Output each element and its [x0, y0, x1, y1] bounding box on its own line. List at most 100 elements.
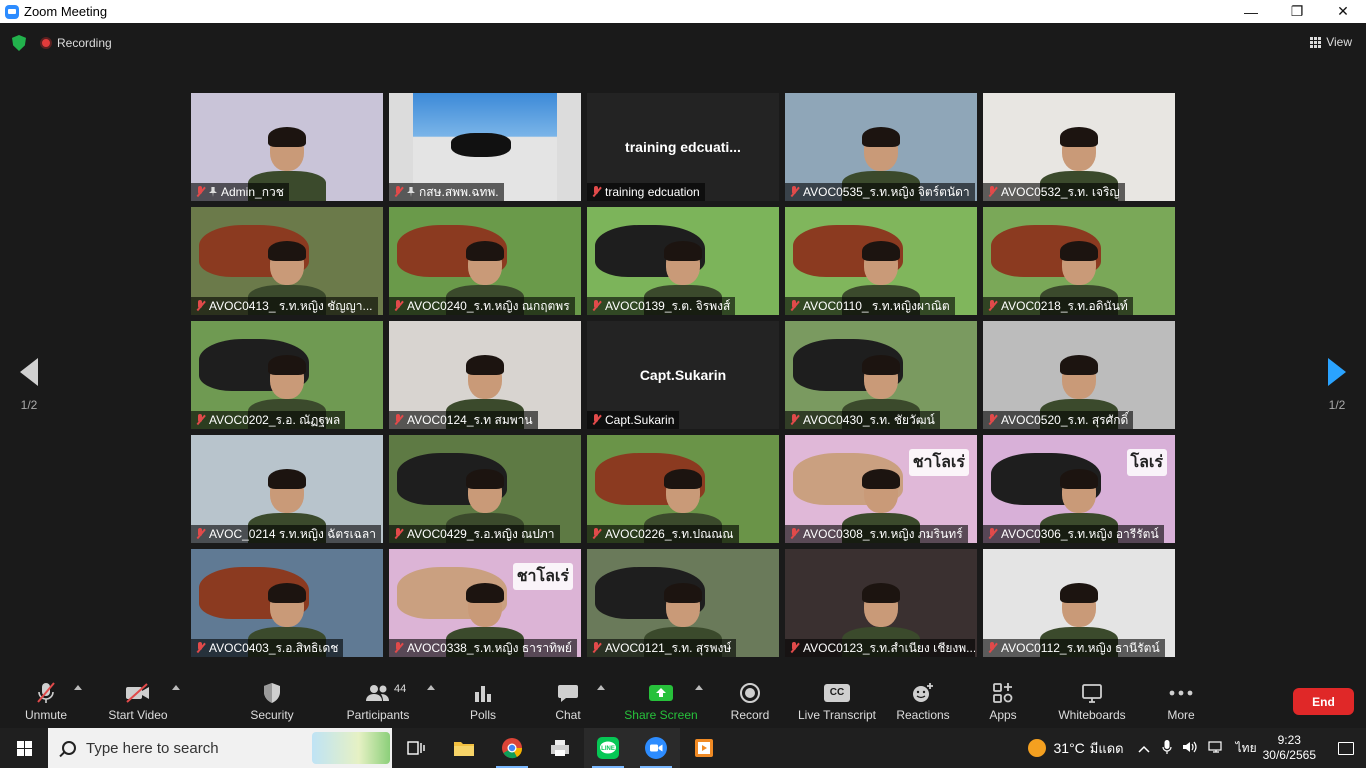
muted-mic-icon — [393, 528, 403, 540]
end-meeting-button[interactable]: End — [1293, 688, 1354, 715]
participant-tile[interactable]: AVOC0226_ร.ท.ปณณณ — [587, 435, 779, 543]
participant-tile[interactable]: AVOC0430_ร.ท. ชัยวัฒน์ — [785, 321, 977, 429]
participant-tile[interactable]: AVOC0413_ ร.ท.หญิง ชัญญา... — [191, 207, 383, 315]
participant-tile[interactable]: Capt.Sukarin Capt.Sukarin — [587, 321, 779, 429]
participant-tile[interactable]: training edcuati... training edcuation — [587, 93, 779, 201]
participant-tile[interactable]: โลเร่ AVOC0306_ร.ท.หญิง อารีรัตน์ — [983, 435, 1175, 543]
participant-tile[interactable]: AVOC0535_ร.ท.หญิง จิตร์ตนัดา — [785, 93, 977, 201]
view-button[interactable]: View — [1310, 35, 1352, 49]
line-app-icon[interactable]: LINE — [584, 728, 632, 768]
muted-mic-icon — [195, 414, 205, 426]
muted-mic-icon — [987, 186, 997, 198]
speaker-volume-icon[interactable] — [1182, 740, 1198, 757]
record-label: Record — [730, 708, 770, 722]
microphone-muted-icon — [35, 680, 57, 706]
notification-center-icon[interactable] — [1326, 728, 1366, 768]
participants-label: Participants — [346, 708, 410, 722]
participant-tile[interactable]: AVOC0139_ร.ต. จิรพงส์ — [587, 207, 779, 315]
chrome-icon[interactable] — [488, 728, 536, 768]
polls-label: Polls — [469, 708, 496, 722]
muted-mic-icon — [393, 414, 403, 426]
share-options-caret[interactable] — [695, 685, 703, 690]
minimize-button[interactable]: — — [1228, 0, 1274, 23]
weather-sun-icon[interactable] — [1027, 739, 1046, 757]
muted-mic-icon — [987, 528, 997, 540]
chat-options-caret[interactable] — [597, 685, 605, 690]
participant-tile[interactable]: AVOC0121_ร.ท. สุรพงษ์ — [587, 549, 779, 657]
zoom-taskbar-icon[interactable] — [632, 728, 680, 768]
taskbar-search-box[interactable]: Type here to search — [48, 728, 392, 768]
file-explorer-icon[interactable] — [440, 728, 488, 768]
smiley-plus-icon — [911, 680, 935, 706]
arrow-right-icon — [1328, 358, 1346, 386]
participant-tile[interactable]: AVOC0112_ร.ท.หญิง ธานีรัตน์ — [983, 549, 1175, 657]
participant-name-label: AVOC0532_ร.ท. เจริญ — [983, 183, 1125, 201]
participant-name-label: AVOC0403_ร.อ.สิทธิเดช — [191, 639, 344, 657]
participant-name-label: AVOC0520_ร.ท. สุรศักดิ์ — [983, 411, 1134, 429]
participant-name: AVOC0139_ร.ต. จิรพงส์ — [605, 299, 731, 313]
chat-button[interactable]: Chat — [550, 680, 586, 726]
task-view-icon[interactable] — [392, 728, 440, 768]
participant-tile[interactable]: AVOC0218_ร.ท.อดินันท์ — [983, 207, 1175, 315]
window-controls: — ❐ ✕ — [1228, 0, 1366, 23]
participant-tile[interactable]: AVOC_0214 ร.ท.หญิง ฉัตรเฉลา — [191, 435, 383, 543]
unmute-button[interactable]: Unmute — [22, 680, 70, 726]
live-transcript-button[interactable]: CC Live Transcript — [798, 680, 876, 726]
record-button[interactable]: Record — [730, 680, 770, 726]
participant-tile[interactable]: AVOC0429_ร.อ.หญิง ณปภา — [389, 435, 581, 543]
participant-name-label: AVOC0123_ร.ท.สำเนียง เชียงพ... — [785, 639, 975, 657]
previous-page-button[interactable]: 1/2 — [14, 358, 44, 412]
participant-name: AVOC0430_ร.ท. ชัยวัฒน์ — [803, 413, 935, 427]
video-options-caret[interactable] — [172, 685, 180, 690]
participant-tile[interactable]: AVOC0520_ร.ท. สุรศักดิ์ — [983, 321, 1175, 429]
page-indicator-left: 1/2 — [20, 398, 38, 412]
clock-time: 9:23 — [1277, 733, 1301, 747]
participant-tile[interactable]: AVOC0240_ร.ท.หญิง ณกฤตพร — [389, 207, 581, 315]
encryption-shield-icon[interactable] — [12, 35, 26, 51]
printer-app-icon[interactable] — [536, 728, 584, 768]
tray-expand-chevron-icon[interactable] — [1138, 741, 1150, 756]
reactions-button[interactable]: Reactions — [896, 680, 950, 726]
apps-button[interactable]: Apps — [986, 680, 1020, 726]
participant-tile[interactable]: ชาโลเร่ AVOC0308_ร.ท.หญิง ภมรินทร์ — [785, 435, 977, 543]
start-button[interactable] — [0, 728, 48, 768]
participant-tile[interactable]: AVOC0532_ร.ท. เจริญ — [983, 93, 1175, 201]
share-screen-button[interactable]: Share Screen — [624, 680, 698, 726]
arrow-left-icon — [20, 358, 38, 386]
chat-label: Chat — [555, 708, 581, 722]
participant-tile[interactable]: AVOC0124_ร.ท สมพาน — [389, 321, 581, 429]
participant-tile[interactable]: AVOC0202_ร.อ. ณัฏฐพล — [191, 321, 383, 429]
media-player-icon[interactable] — [680, 728, 728, 768]
participant-tile[interactable]: Admin_กวช — [191, 93, 383, 201]
participant-tile[interactable]: กสษ.สพพ.ฉทพ. — [389, 93, 581, 201]
participant-name-label: AVOC0139_ร.ต. จิรพงส์ — [587, 297, 736, 315]
participant-name: AVOC0532_ร.ท. เจริญ — [1001, 185, 1120, 199]
participant-tile[interactable]: AVOC0110_ ร.ท.หญิงผาณิต — [785, 207, 977, 315]
windows-logo-icon — [16, 740, 32, 756]
recording-indicator[interactable]: Recording — [40, 36, 112, 50]
tray-microphone-icon[interactable] — [1162, 739, 1172, 758]
participant-tile[interactable]: AVOC0123_ร.ท.สำเนียง เชียงพ... — [785, 549, 977, 657]
security-button[interactable]: Security — [248, 680, 296, 726]
participant-tile[interactable]: AVOC0403_ร.อ.สิทธิเดช — [191, 549, 383, 657]
participant-name: AVOC0218_ร.ท.อดินันท์ — [1001, 299, 1128, 313]
participant-name-label: training edcuation — [587, 183, 705, 201]
whiteboards-button[interactable]: Whiteboards — [1056, 680, 1128, 726]
participant-name-label: AVOC0430_ร.ท. ชัยวัฒน์ — [785, 411, 940, 429]
share-screen-label: Share Screen — [624, 708, 698, 722]
page-indicator-right: 1/2 — [1328, 398, 1346, 412]
participants-options-caret[interactable] — [427, 685, 435, 690]
next-page-button[interactable]: 1/2 — [1322, 358, 1352, 412]
audio-options-caret[interactable] — [74, 685, 82, 690]
weather-description[interactable]: มีแดด — [1090, 738, 1124, 759]
polls-button[interactable]: Polls — [466, 680, 500, 726]
network-icon[interactable] — [1208, 740, 1224, 757]
close-button[interactable]: ✕ — [1320, 0, 1366, 23]
restore-button[interactable]: ❐ — [1274, 0, 1320, 23]
taskbar-clock[interactable]: 9:23 30/6/2565 — [1263, 733, 1316, 763]
start-video-button[interactable]: Start Video — [106, 680, 170, 726]
weather-temperature[interactable]: 31°C — [1054, 740, 1085, 756]
input-language[interactable]: ไทย — [1236, 739, 1257, 758]
participant-tile[interactable]: ชาโลเร่ AVOC0338_ร.ท.หญิง ธาราทิพย์ — [389, 549, 581, 657]
more-button[interactable]: More — [1162, 680, 1200, 726]
